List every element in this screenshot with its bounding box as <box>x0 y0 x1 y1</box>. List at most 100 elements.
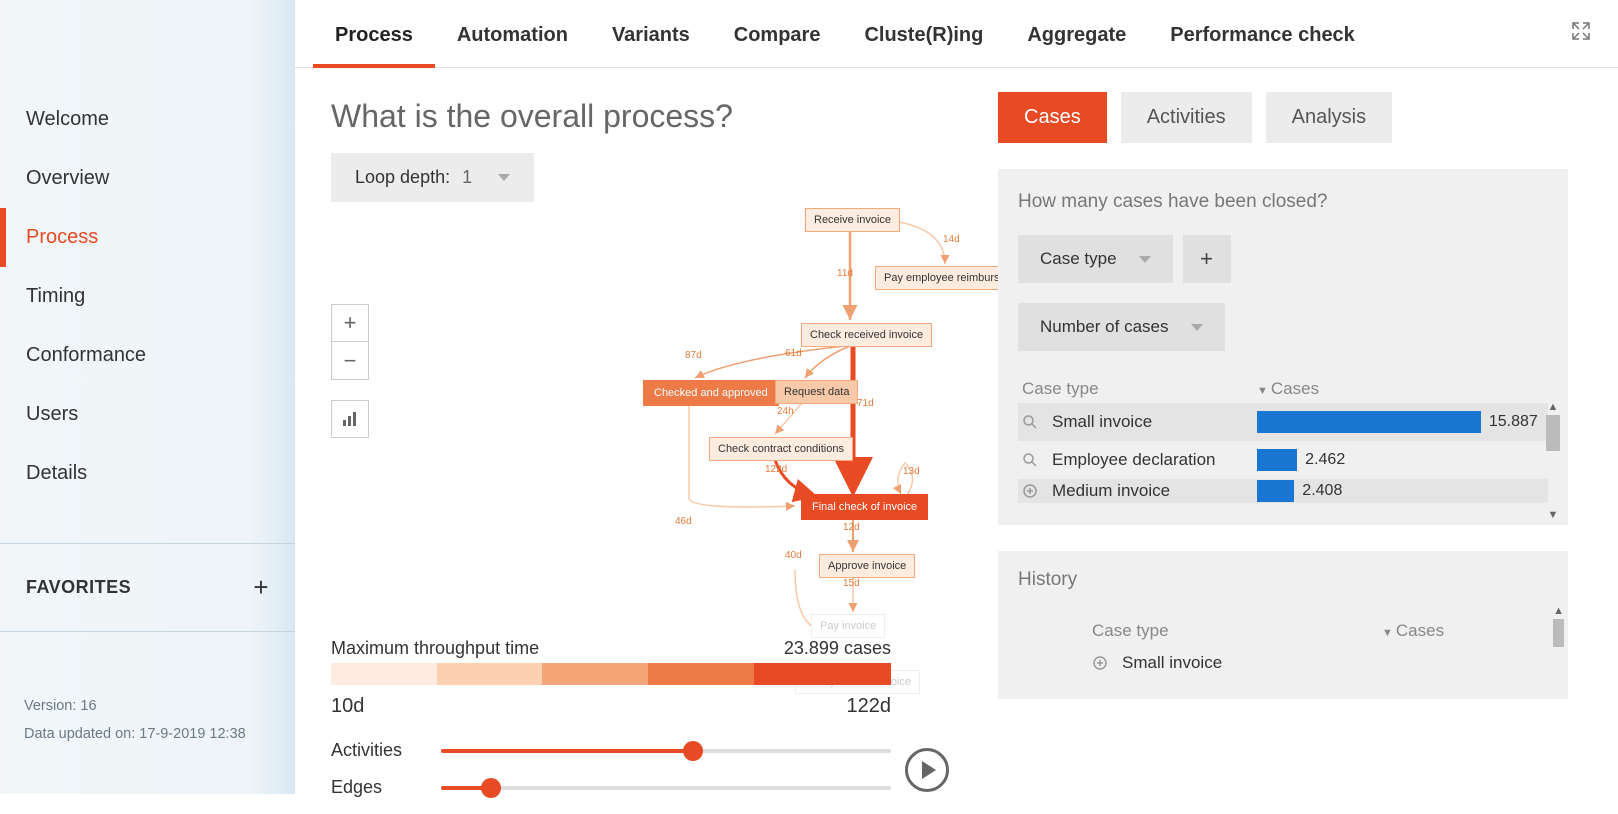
zoom-out-button[interactable]: − <box>331 342 369 380</box>
sidebar-item-timing[interactable]: Timing <box>0 267 295 326</box>
sidebar-item-overview[interactable]: Overview <box>0 149 295 208</box>
updated-label: Data updated on: 17-9-2019 12:38 <box>24 726 271 742</box>
node-approve-invoice[interactable]: Approve invoice <box>819 554 915 578</box>
content: What is the overall process? Loop depth:… <box>295 68 1618 794</box>
sidebar-item-welcome[interactable]: Welcome <box>0 90 295 149</box>
tab-automation[interactable]: Automation <box>435 0 590 67</box>
sidebar-item-conformance[interactable]: Conformance <box>0 326 295 385</box>
scrollbar[interactable]: ▲ <box>1546 401 1560 453</box>
activities-slider-label: Activities <box>331 740 441 761</box>
version-label: Version: 16 <box>24 698 271 714</box>
chevron-down-icon <box>1139 256 1151 263</box>
sliders: Activities Edges <box>331 740 891 814</box>
throughput-label: Maximum throughput time <box>331 638 539 659</box>
col-case-type[interactable]: Case type <box>1092 621 1382 641</box>
slider-thumb[interactable] <box>683 741 703 761</box>
edge-label: 11d <box>837 268 853 279</box>
table-row[interactable]: Small invoice 15.887 <box>1018 403 1548 441</box>
node-final-check[interactable]: Final check of invoice <box>801 494 928 520</box>
table-row[interactable]: Employee declaration 2.462 <box>1018 441 1548 479</box>
edge-label: 14d <box>943 234 960 245</box>
scroll-up-icon[interactable]: ▲ <box>1553 605 1564 617</box>
tab-aggregate[interactable]: Aggregate <box>1005 0 1148 67</box>
scroll-thumb[interactable] <box>1553 619 1564 647</box>
throughput-legend: Maximum throughput time 23.899 cases 10d… <box>331 638 891 718</box>
history-label: History <box>1018 569 1548 591</box>
cases-question: How many cases have been closed? <box>1018 191 1548 213</box>
search-icon <box>1022 414 1044 430</box>
add-filter-button[interactable]: + <box>1183 235 1231 283</box>
col-cases[interactable]: ▼Cases <box>1257 379 1544 399</box>
play-button[interactable] <box>905 748 949 792</box>
sidebar-item-details[interactable]: Details <box>0 444 295 503</box>
measure-selector[interactable]: Number of cases <box>1018 303 1225 351</box>
favorites-header[interactable]: FAVORITES + <box>0 543 295 632</box>
edge-label: 12d <box>843 522 860 533</box>
col-cases[interactable]: ▼Cases <box>1382 621 1444 641</box>
scroll-up-icon[interactable]: ▲ <box>1546 401 1560 413</box>
loop-depth-label: Loop depth: <box>355 167 450 188</box>
edges-slider[interactable] <box>441 786 891 790</box>
main: Process Automation Variants Compare Clus… <box>295 0 1618 794</box>
table-row[interactable]: Medium invoice 2.408 <box>1018 479 1548 503</box>
add-favorite-icon[interactable]: + <box>253 572 269 603</box>
process-question: What is the overall process? <box>331 98 978 135</box>
tab-compare[interactable]: Compare <box>712 0 843 67</box>
cases-card: How many cases have been closed? Case ty… <box>998 169 1568 525</box>
cases-table-header: Case type ▼Cases <box>1018 371 1548 403</box>
sort-desc-icon: ▼ <box>1382 627 1393 639</box>
activities-slider[interactable] <box>441 749 891 753</box>
edge-label: 13d <box>903 466 920 477</box>
edge-label: 24h <box>777 406 794 417</box>
edge-label: 87d <box>685 350 702 361</box>
range-min: 10d <box>331 695 364 718</box>
tab-performance[interactable]: Performance check <box>1148 0 1377 67</box>
view-tabs: Cases Activities Analysis <box>998 92 1568 143</box>
plus-circle-icon <box>1022 483 1044 499</box>
history-card: History Case type ▼Cases Small invoice ▲ <box>998 551 1568 699</box>
slider-thumb[interactable] <box>481 778 501 798</box>
search-icon <box>1022 452 1044 468</box>
col-case-type[interactable]: Case type <box>1022 379 1257 399</box>
scrollbar[interactable]: ▲ <box>1553 605 1564 649</box>
vtab-analysis[interactable]: Analysis <box>1266 92 1392 143</box>
plus-circle-icon <box>1092 655 1114 671</box>
process-panel: What is the overall process? Loop depth:… <box>295 68 998 794</box>
loop-depth-value: 1 <box>462 167 472 188</box>
stats-button[interactable] <box>331 400 369 438</box>
tab-clustering[interactable]: Cluste(R)ing <box>842 0 1005 67</box>
edge-label: 122d <box>765 464 787 475</box>
edge-label: 15d <box>843 578 860 589</box>
node-check-contract[interactable]: Check contract conditions <box>709 437 853 461</box>
table-row[interactable]: Small invoice <box>1088 645 1548 681</box>
throughput-gradient <box>331 663 891 685</box>
node-request-data[interactable]: Request data <box>775 380 858 404</box>
case-type-selector[interactable]: Case type <box>1018 235 1173 283</box>
sidebar-item-users[interactable]: Users <box>0 385 295 444</box>
scroll-thumb[interactable] <box>1546 415 1560 451</box>
node-receive-invoice[interactable]: Receive invoice <box>805 208 900 232</box>
zoom-controls: + − <box>331 304 369 438</box>
tab-variants[interactable]: Variants <box>590 0 712 67</box>
expand-icon[interactable] <box>1562 22 1600 45</box>
loop-depth-selector[interactable]: Loop depth: 1 <box>331 153 534 202</box>
node-checked-approved[interactable]: Checked and approved <box>643 380 779 406</box>
vtab-activities[interactable]: Activities <box>1121 92 1252 143</box>
node-pay-invoice[interactable]: Pay invoice <box>811 614 885 638</box>
sort-desc-icon: ▼ <box>1257 385 1268 397</box>
right-panel: Cases Activities Analysis How many cases… <box>998 68 1618 794</box>
edge-label: 40d <box>785 550 802 561</box>
scrollbar[interactable]: ▼ <box>1546 509 1560 521</box>
scroll-down-icon[interactable]: ▼ <box>1546 509 1560 521</box>
edge-label: 71d <box>857 398 874 409</box>
node-check-received[interactable]: Check received invoice <box>801 323 932 347</box>
cases-unit: cases <box>844 638 891 658</box>
cases-count: 23.899 <box>784 638 839 658</box>
sidebar-item-process[interactable]: Process <box>0 208 295 267</box>
tab-process[interactable]: Process <box>313 0 435 67</box>
zoom-in-button[interactable]: + <box>331 304 369 342</box>
favorites-label: FAVORITES <box>26 577 131 598</box>
vtab-cases[interactable]: Cases <box>998 92 1107 143</box>
edges-slider-label: Edges <box>331 777 441 798</box>
sidebar-footer: Version: 16 Data updated on: 17-9-2019 1… <box>0 686 295 794</box>
